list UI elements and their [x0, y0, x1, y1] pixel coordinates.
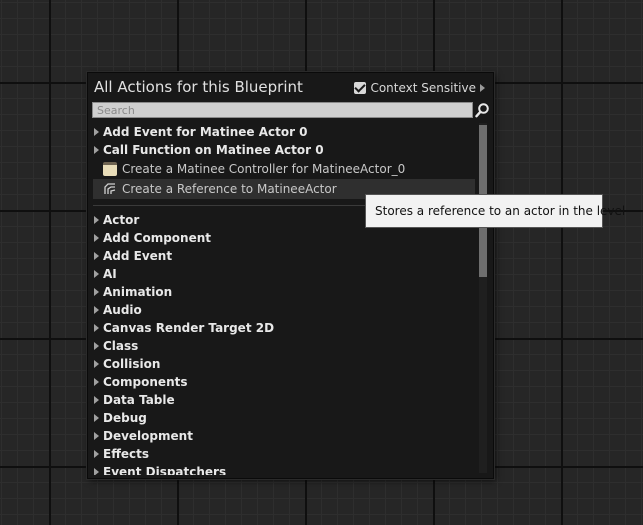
category-label: Audio — [103, 303, 142, 317]
action-label: Create a Reference to MatineeActor — [122, 182, 337, 196]
category-label: Add Component — [103, 231, 211, 245]
expand-arrow-icon[interactable] — [94, 450, 99, 458]
expand-arrow-icon[interactable] — [94, 216, 99, 224]
category-label: Components — [103, 375, 188, 389]
expand-arrow-icon[interactable] — [94, 288, 99, 296]
category-label: AI — [103, 267, 117, 281]
category-label: Actor — [103, 213, 140, 227]
expand-arrow-icon[interactable] — [94, 360, 99, 368]
list-item-category[interactable]: AI — [93, 265, 475, 283]
category-label: Class — [103, 339, 139, 353]
category-label: Effects — [103, 447, 150, 461]
list-item-category[interactable]: Audio — [93, 301, 475, 319]
list-item-category[interactable]: Animation — [93, 283, 475, 301]
expand-arrow-icon[interactable] — [94, 342, 99, 350]
context-sensitive-toggle[interactable]: Context Sensitive — [354, 81, 485, 95]
category-label: Add Event for Matinee Actor 0 — [103, 125, 308, 139]
tooltip: Stores a reference to an actor in the le… — [365, 194, 625, 228]
expand-arrow-icon[interactable] — [94, 234, 99, 242]
action-menu-panel: All Actions for this Blueprint Context S… — [87, 72, 494, 479]
expand-arrow-icon[interactable] — [94, 270, 99, 278]
search-input[interactable] — [92, 102, 473, 118]
list-item-category[interactable]: Effects — [93, 445, 475, 463]
action-list: Add Event for Matinee Actor 0 Call Funct… — [93, 123, 475, 475]
expand-arrow-icon[interactable] — [94, 396, 99, 404]
expand-arrow-icon[interactable] — [94, 414, 99, 422]
list-item-category[interactable]: Class — [93, 337, 475, 355]
category-label: Animation — [103, 285, 173, 299]
category-label: Debug — [103, 411, 147, 425]
category-label: Canvas Render Target 2D — [103, 321, 275, 335]
category-label: Data Table — [103, 393, 175, 407]
list-item-create-matinee-controller[interactable]: Create a Matinee Controller for MatineeA… — [93, 159, 475, 179]
action-label: Create a Matinee Controller for MatineeA… — [122, 162, 406, 176]
category-label: Event Dispatchers — [103, 465, 227, 475]
list-item-category[interactable]: Event Dispatchers — [93, 463, 475, 475]
list-item-add-event-matinee[interactable]: Add Event for Matinee Actor 0 — [93, 123, 475, 141]
category-label: Development — [103, 429, 193, 443]
context-sensitive-label: Context Sensitive — [370, 81, 476, 95]
expand-arrow-icon[interactable] — [94, 252, 99, 260]
expand-arrow-icon[interactable] — [94, 378, 99, 386]
category-label: Collision — [103, 357, 161, 371]
actor-reference-icon — [103, 182, 117, 196]
panel-title: All Actions for this Blueprint — [94, 78, 303, 96]
list-item-category[interactable]: Add Component — [93, 229, 475, 247]
context-sensitive-checkbox[interactable] — [354, 82, 367, 94]
expand-arrow-icon[interactable] — [94, 128, 99, 136]
search-icon[interactable] — [475, 103, 489, 118]
expand-arrow-icon[interactable] — [94, 306, 99, 314]
expand-arrow-icon[interactable] — [94, 468, 99, 475]
list-item-category[interactable]: Add Event — [93, 247, 475, 265]
list-item-category[interactable]: Components — [93, 373, 475, 391]
expand-arrow-icon[interactable] — [94, 146, 99, 154]
category-label: Call Function on Matinee Actor 0 — [103, 143, 324, 157]
expand-arrow-icon[interactable] — [480, 84, 485, 92]
expand-arrow-icon[interactable] — [94, 432, 99, 440]
list-item-category[interactable]: Development — [93, 427, 475, 445]
scrollbar[interactable] — [479, 123, 487, 473]
list-item-category[interactable]: Canvas Render Target 2D — [93, 319, 475, 337]
list-item-category[interactable]: Debug — [93, 409, 475, 427]
matinee-controller-icon — [103, 162, 117, 176]
expand-arrow-icon[interactable] — [94, 324, 99, 332]
list-item-call-function-matinee[interactable]: Call Function on Matinee Actor 0 — [93, 141, 475, 159]
list-item-category[interactable]: Data Table — [93, 391, 475, 409]
category-label: Add Event — [103, 249, 173, 263]
list-item-category[interactable]: Collision — [93, 355, 475, 373]
category-list: Actor Add Component Add Event AI Animation Au… — [93, 211, 475, 475]
